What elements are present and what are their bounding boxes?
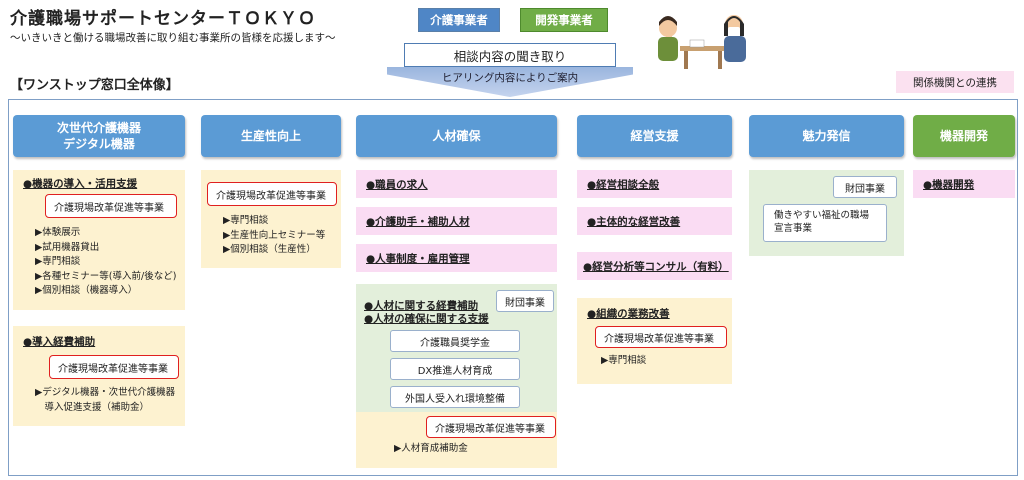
mgmt-item-consulting: ●経営分析等コンサル（有料） (577, 252, 732, 280)
hr-subsidy-box: 介護現場改革促進等事業 ▶人材育成補助金 (356, 412, 557, 468)
digital-subsidy-box: ●導入経費補助 介護現場改革促進等事業 ▶デジタル機器・次世代介護機器 導入促進… (13, 326, 185, 426)
digital-subsidy-list: ▶デジタル機器・次世代介護機器 導入促進支援（補助金） (35, 386, 175, 415)
tag-care-provider: 介護事業者 (418, 8, 500, 32)
highlight-reform-project: 介護現場改革促進等事業 (595, 326, 727, 348)
list-item: ▶個別相談（生産性） (223, 244, 316, 255)
list-item: ▶デジタル機器・次世代介護機器 (35, 387, 176, 398)
mgmt-item-improvement: ●主体的な経営改善 (577, 207, 732, 235)
hr-item-assistant-staff: ●介護助手・補助人材 (356, 207, 557, 235)
digital-support-list: ▶体験展示 ▶試用機器貸出 ▶専門相談 ▶各種セミナー等(導入前/後など) ▶個… (35, 226, 176, 299)
list-item: ▶体験展示 (35, 227, 81, 238)
productivity-box: 介護現場改革促進等事業 ▶専門相談 ▶生産性向上セミナー等 ▶個別相談（生産性） (201, 170, 341, 268)
list-item: ▶個別相談（機器導入） (35, 285, 138, 296)
list-item: 導入促進支援（補助金） (35, 401, 150, 413)
column-header-productivity: 生産性向上 (201, 115, 341, 157)
list-item: ▶専門相談 (223, 215, 269, 226)
program-dx-training: DX推進人材育成 (390, 358, 520, 380)
declaration-program: 働きやすい福祉の職場 宣言事業 (763, 204, 887, 242)
page-subtitle: ～いきいきと働ける職場改善に取り組む事業所の皆様を応援します～ (10, 32, 336, 44)
digital-support-heading: ●機器の導入・活用支援 (23, 178, 138, 190)
digital-support-box: ●機器の導入・活用支援 介護現場改革促進等事業 ▶体験展示 ▶試用機器貸出 ▶専… (13, 170, 185, 310)
hr-item-personnel-system: ●人事制度・雇用管理 (356, 244, 557, 272)
consultation-box: 相談内容の聞き取り (404, 43, 616, 67)
mgmt-item-general-consult: ●経営相談全般 (577, 170, 732, 198)
list-item: ▶試用機器貸出 (35, 241, 100, 253)
hr-funding-box: ●人材に関する経費補助 ●人材の確保に関する支援 財団事業 介護職員奨学金 DX… (356, 284, 557, 412)
hr-item-job-offers: ●職員の求人 (356, 170, 557, 198)
highlight-reform-project: 介護現場改革促進等事業 (45, 194, 177, 218)
digital-subsidy-heading: ●導入経費補助 (23, 336, 96, 348)
consultation-illustration (650, 6, 756, 72)
device-dev-item: ●機器開発 (913, 170, 1015, 198)
highlight-reform-project: 介護現場改革促進等事業 (49, 355, 179, 379)
foundation-badge: 財団事業 (833, 176, 897, 198)
list-item: ▶専門相談 (601, 355, 647, 366)
program-scholarship: 介護職員奨学金 (390, 330, 520, 352)
page-title: 介護職場サポートセンターＴＯＫＹＯ (10, 9, 316, 29)
list-item: ▶専門相談 (35, 256, 81, 267)
foundation-badge: 財団事業 (496, 290, 554, 312)
appeal-box: 財団事業 働きやすい福祉の職場 宣言事業 (749, 170, 904, 256)
column-header-management: 経営支援 (577, 115, 732, 157)
list-item: ▶人材育成補助金 (394, 443, 468, 454)
highlight-reform-project: 介護現場改革促進等事業 (426, 416, 556, 438)
list-item: ▶各種セミナー等(導入前/後など) (35, 270, 177, 282)
highlight-reform-project: 介護現場改革促進等事業 (207, 182, 337, 206)
mgmt-org-box: ●組織の業務改善 介護現場改革促進等事業 ▶専門相談 (577, 298, 732, 384)
mgmt-org-heading: ●組織の業務改善 (587, 308, 670, 320)
column-header-digital: 次世代介護機器 デジタル機器 (13, 115, 185, 157)
people-consulting-icon (658, 15, 746, 69)
section-label: 【ワンストップ窓口全体像】 (10, 78, 179, 93)
column-header-hr: 人材確保 (356, 115, 557, 157)
productivity-list: ▶専門相談 ▶生産性向上セミナー等 ▶個別相談（生産性） (223, 214, 325, 258)
relation-badge: 関係機関との連携 (896, 71, 1014, 93)
column-header-device-dev: 機器開発 (913, 115, 1015, 157)
program-foreign-workers: 外国人受入れ環境整備 (390, 386, 520, 408)
list-item: ▶生産性向上セミナー等 (223, 229, 326, 241)
hr-support-heading: ●人材の確保に関する支援 (364, 313, 489, 325)
tag-developer: 開発事業者 (520, 8, 608, 32)
flow-arrow-label: ヒアリング内容によりご案内 (441, 71, 579, 84)
column-header-appeal: 魅力発信 (749, 115, 904, 157)
